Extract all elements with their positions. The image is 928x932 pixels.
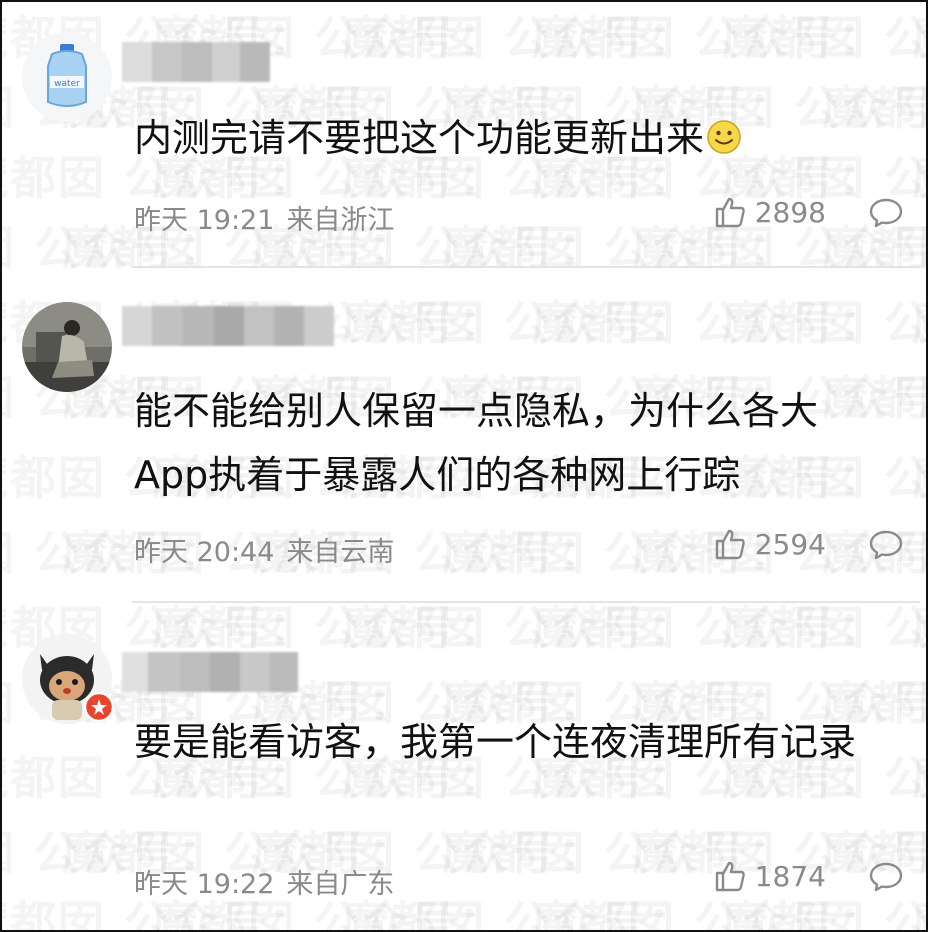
comment-feed: 魔都囡 公众号：魔都囡 公众号：魔都囡 公众号：魔都囡 公众号：魔都囡 公众号：… <box>0 0 928 932</box>
thumbs-up-icon <box>715 861 745 892</box>
username-blurred[interactable] <box>122 652 298 692</box>
avatar[interactable] <box>22 634 114 724</box>
comment-meta: 昨天 19:22 来自广东 <box>134 862 406 901</box>
comment-item: 要是能看访客，我第一个连夜清理所有记录 昨天 19:22 来自广东 1874 <box>2 2 926 930</box>
reply-button[interactable] <box>868 861 904 897</box>
comment-location: 来自广东 <box>286 869 395 900</box>
comment-bubble-icon <box>869 862 903 892</box>
verified-badge-icon <box>84 692 114 722</box>
comment-text: 要是能看访客，我第一个连夜清理所有记录 <box>134 710 886 774</box>
like-count: 1874 <box>754 859 826 893</box>
like-button[interactable]: 1874 <box>713 859 826 893</box>
comment-date: 昨天 19:22 <box>134 869 275 900</box>
comment-text-content: 要是能看访客，我第一个连夜清理所有记录 <box>134 720 857 764</box>
